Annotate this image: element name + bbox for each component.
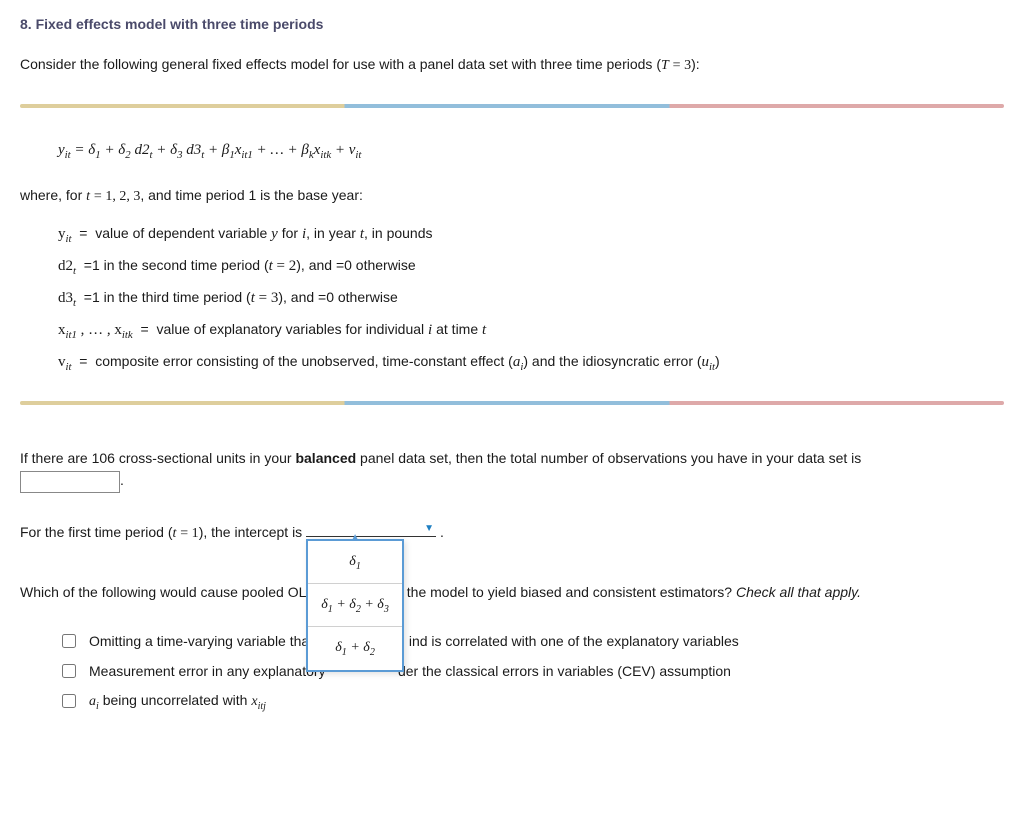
q3-option-3-label: ai being uncorrelated with xitj [89,692,266,710]
q2-suffix: . [440,524,444,540]
q3-option-3-row: ai being uncorrelated with xitj [58,691,1004,711]
q3-option-2-row: Measurement error in any explanatory var… [58,661,1004,681]
q3-instr: Check all that apply. [736,584,861,600]
q2-dropdown-panel: ▲ δ1 δ1 + δ2 + δ3 δ1 + δ2 [306,539,404,672]
q3-option-1-label: Omitting a time-varying variable that ch… [89,633,739,649]
def-d3t: d3t =1 in the third time period (t = 3),… [58,289,1004,307]
q3-option-1-row: Omitting a time-varying variable that ch… [58,631,1004,651]
q1-bold: balanced [295,450,356,466]
q1-text-post: panel data set, then the total number of… [356,450,861,466]
q2-pre: For the first time period ( [20,524,173,540]
definitions-list: yit = value of dependent variable y for … [58,225,1004,371]
q1-text-pre: If there are 106 cross-sectional units i… [20,450,295,466]
q2-option-3[interactable]: δ1 + δ2 [308,627,402,669]
q2-eq1: = 1 [180,526,198,541]
q3-checkbox-1[interactable] [62,634,76,648]
where-line: where, for t = 1, 2, 3, and time period … [20,185,1004,207]
q2-option-1[interactable]: δ1 [308,541,402,584]
def-xit: xit1 , … , xitk = value of explanatory v… [58,321,1004,339]
intro-span: Consider the following general fixed eff… [20,56,700,72]
q1-answer-input[interactable] [20,471,120,493]
q2-mid: ), the intercept is [199,524,306,540]
model-equation: yit = δ1 + δ2 d2t + δ3 d3t + β1xit1 + … … [58,142,1004,159]
def-d2t: d2t =1 in the second time period (t = 2)… [58,257,1004,275]
chevron-up-icon: ▲ [350,530,360,546]
intro-text: Consider the following general fixed eff… [20,54,1004,76]
q3-option-2-label: Measurement error in any explanatory var… [89,663,731,679]
q2-dropdown-trigger[interactable]: ▼ [306,523,436,537]
divider-bottom [20,401,1004,405]
q3-checkbox-3[interactable] [62,694,76,708]
question-3: Which of the following would cause poole… [20,581,1004,603]
q1-suffix: . [120,472,124,488]
question-title: 8. Fixed effects model with three time p… [20,16,1004,32]
q2-option-2[interactable]: δ1 + δ2 + δ3 [308,584,402,627]
question-2: For the first time period (t = 1), the i… [20,521,1004,545]
q2-t: t [173,526,177,541]
chevron-down-icon: ▼ [424,521,434,537]
divider-top [20,104,1004,108]
def-yit: yit = value of dependent variable y for … [58,225,1004,243]
def-vit: vit = composite error consisting of the … [58,353,1004,371]
question-1: If there are 106 cross-sectional units i… [20,447,1004,493]
q3-checkbox-2[interactable] [62,664,76,678]
